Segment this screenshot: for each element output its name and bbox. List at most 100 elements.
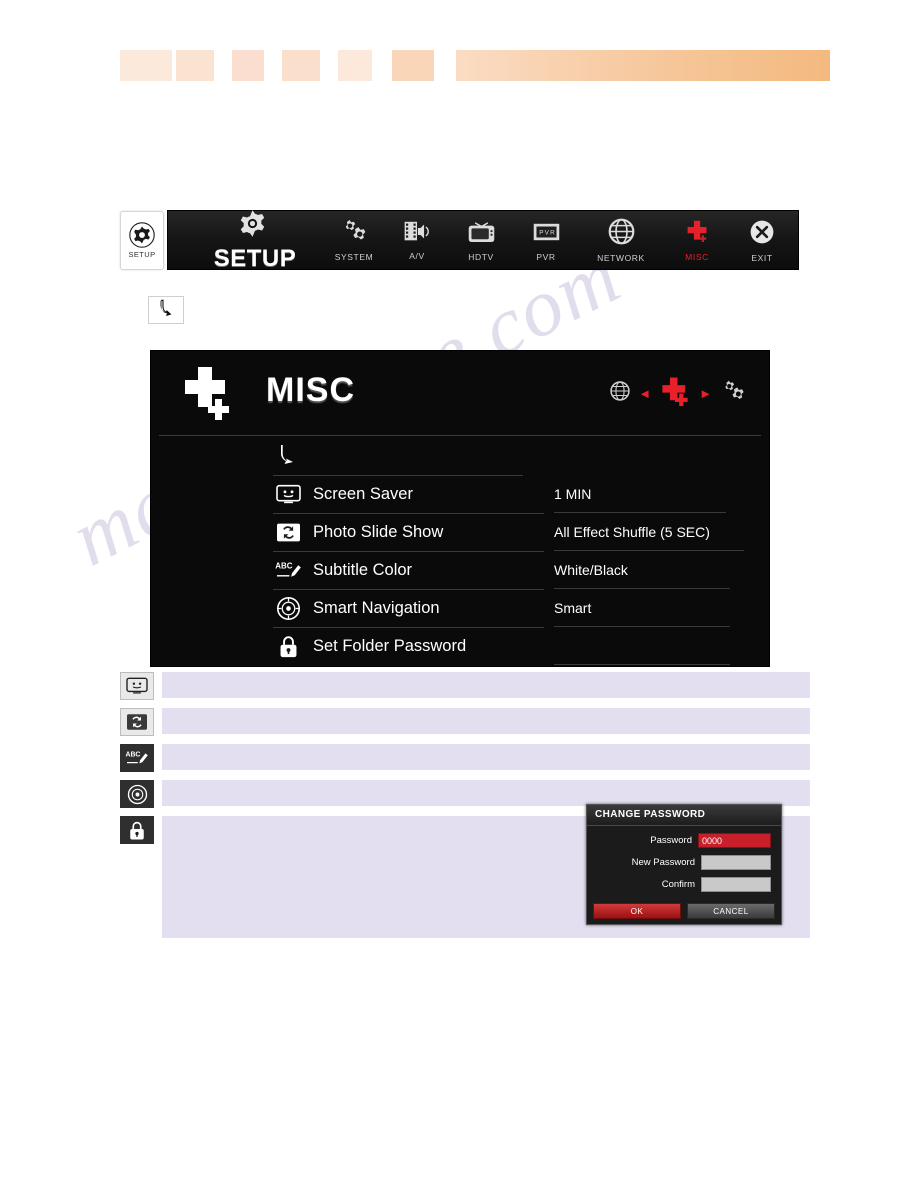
panel-nav: ◄ ►	[609, 375, 747, 412]
globe-icon	[607, 217, 636, 251]
screen-saver-icon	[120, 672, 154, 700]
gears-icon[interactable]	[719, 379, 747, 409]
svg-text:ABC: ABC	[275, 562, 292, 571]
change-password-dialog: CHANGE PASSWORD Password 0000 New Passwo…	[586, 804, 782, 925]
gear-icon	[236, 207, 269, 245]
tv-icon	[466, 219, 497, 250]
lock-icon	[120, 816, 154, 844]
value-subtitle-color[interactable]: White/Black	[554, 551, 730, 589]
tab-misc[interactable]: MISC	[664, 211, 730, 269]
tab-exit-label: EXIT	[751, 252, 773, 263]
tab-pvr-label: PVR	[536, 251, 556, 262]
panel-divider	[159, 435, 761, 436]
return-arrow-icon	[155, 298, 177, 323]
pvr-icon: PVR	[531, 219, 562, 250]
globe-icon[interactable]	[609, 380, 631, 407]
password-field-row: Password 0000	[593, 833, 771, 848]
subtitle-color-icon: ABC	[273, 558, 303, 584]
tab-exit[interactable]: EXIT	[730, 211, 794, 269]
misc-panel: MISC ◄ ► Screen Saver Photo Slide Show A…	[150, 350, 770, 667]
description-text	[162, 672, 810, 698]
description-text	[162, 708, 810, 734]
header-band-5	[338, 50, 372, 81]
svg-text:V: V	[544, 229, 549, 236]
menu-label: Smart Navigation	[313, 599, 440, 617]
page-title: MISC	[266, 371, 355, 409]
misc-panel-header: MISC ◄ ►	[151, 351, 769, 436]
tab-hdtv[interactable]: HDTV	[448, 211, 514, 269]
tab-setup[interactable]: SETUP	[182, 210, 322, 272]
plus-icon	[682, 218, 713, 250]
menu-row-photo-slide-show[interactable]: Photo Slide Show	[273, 514, 544, 552]
header-band-2	[176, 50, 214, 81]
tab-misc-label: MISC	[685, 252, 709, 262]
subtitle-color-icon: ABC	[120, 744, 154, 772]
password-input[interactable]: 0000	[698, 833, 771, 848]
header-band-4	[282, 50, 320, 81]
screen-saver-icon	[273, 482, 303, 508]
menu-column: Screen Saver Photo Slide Show ABC Subtit…	[151, 439, 544, 666]
menu-row-subtitle-color[interactable]: ABC Subtitle Color	[273, 552, 544, 590]
nav-next-arrow[interactable]: ►	[699, 386, 712, 401]
dialog-title: CHANGE PASSWORD	[587, 805, 781, 826]
tab-hdtv-label: HDTV	[468, 251, 494, 262]
film-speaker-icon	[402, 219, 432, 249]
description-text	[162, 744, 810, 770]
gear-icon	[129, 222, 155, 248]
return-arrow-icon	[273, 443, 299, 472]
photo-slideshow-icon	[273, 520, 303, 546]
close-circle-icon	[748, 218, 776, 251]
lock-icon	[273, 634, 303, 660]
tab-system[interactable]: SYSTEM	[322, 211, 386, 269]
setup-badge-label: SETUP	[128, 250, 156, 259]
password-label: Password	[650, 835, 692, 846]
misc-panel-body: Screen Saver Photo Slide Show ABC Subtit…	[151, 439, 769, 666]
value-smart-navigation[interactable]: Smart	[554, 589, 730, 627]
new-password-label: New Password	[631, 857, 695, 868]
tab-setup-label: SETUP	[213, 245, 297, 272]
tab-network[interactable]: NETWORK	[578, 211, 664, 269]
value-column: 1 MIN All Effect Shuffle (5 SEC) White/B…	[543, 439, 769, 666]
back-button[interactable]	[148, 296, 184, 324]
header-band-1	[120, 50, 172, 81]
header-band-long	[456, 50, 830, 81]
description-row-screen-saver	[120, 672, 810, 700]
tab-network-label: NETWORK	[597, 253, 645, 263]
document-page: manualshive.com SETUP	[0, 0, 918, 1188]
menu-label: Set Folder Password	[313, 637, 467, 655]
tab-av[interactable]: A/V	[386, 211, 448, 269]
tab-av-label: A/V	[409, 251, 425, 261]
gears-icon	[339, 218, 369, 250]
confirm-input[interactable]	[701, 877, 771, 892]
nav-prev-arrow[interactable]: ◄	[638, 386, 651, 401]
value-spacer	[543, 439, 769, 475]
setup-badge: SETUP	[120, 211, 164, 270]
cancel-button[interactable]: CANCEL	[687, 903, 775, 919]
value-photo-slide-show[interactable]: All Effect Shuffle (5 SEC)	[554, 513, 744, 551]
smart-navigation-icon	[120, 780, 154, 808]
smart-navigation-icon	[273, 596, 303, 622]
value-set-folder-password[interactable]	[554, 627, 730, 665]
ok-button[interactable]: OK	[593, 903, 681, 919]
menu-label: Photo Slide Show	[313, 523, 444, 541]
description-row-photo-slide-show	[120, 708, 810, 736]
setup-topbar: SETUP SYSTEM A/V HDTV P V R PVR NETWORK …	[167, 210, 799, 272]
svg-text:R: R	[550, 229, 555, 236]
description-text	[162, 780, 810, 806]
menu-row-smart-navigation[interactable]: Smart Navigation	[273, 590, 544, 628]
header-band-3	[232, 50, 264, 81]
plus-icon	[177, 363, 239, 425]
menu-return-row[interactable]	[273, 439, 523, 476]
menu-row-screen-saver[interactable]: Screen Saver	[273, 476, 544, 514]
menu-row-set-folder-password[interactable]: Set Folder Password	[273, 628, 544, 665]
dialog-buttons: OK CANCEL	[593, 903, 775, 919]
confirm-label: Confirm	[661, 879, 695, 890]
description-row-subtitle-color: ABC	[120, 744, 810, 772]
menu-label: Subtitle Color	[313, 561, 413, 579]
plus-icon	[658, 375, 692, 412]
value-screen-saver[interactable]: 1 MIN	[554, 475, 726, 513]
tab-pvr[interactable]: PVR PVR	[514, 211, 578, 269]
new-password-input[interactable]	[701, 855, 771, 870]
header-band-6	[392, 50, 434, 81]
menu-label: Screen Saver	[313, 485, 413, 503]
